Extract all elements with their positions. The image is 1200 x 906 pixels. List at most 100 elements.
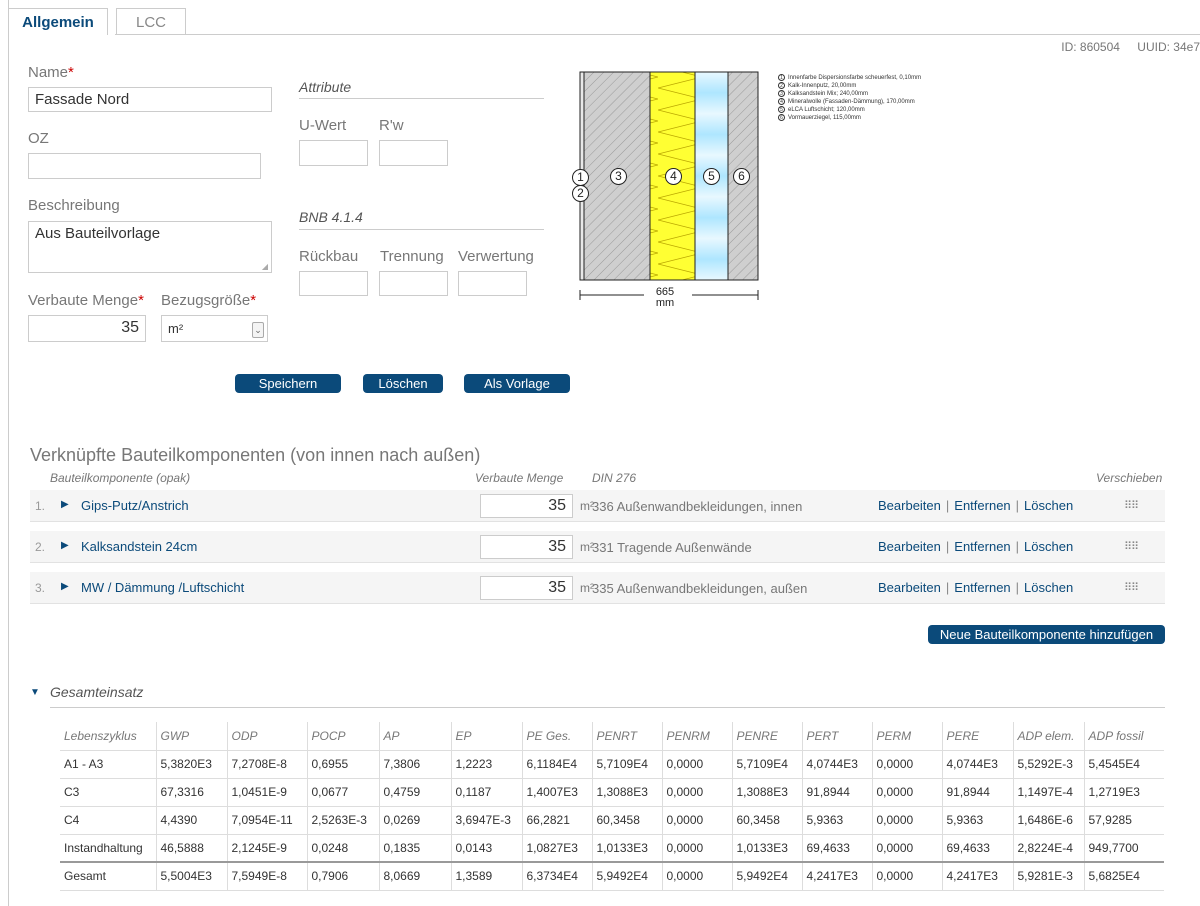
drag-handle-icon[interactable]: ⠿⠿: [1124, 540, 1139, 553]
results-value-cell: 0,1187: [451, 777, 523, 806]
results-col-header: PENRE: [732, 722, 803, 750]
tab-allgemein[interactable]: Allgemein: [8, 8, 108, 35]
layer-marker-5: 5: [703, 168, 720, 185]
results-title: Gesamteinsatz: [50, 684, 144, 700]
wall-section-diagram: [579, 71, 759, 300]
save-button[interactable]: Speichern: [235, 374, 341, 393]
save-as-template-button[interactable]: Als Vorlage: [464, 374, 570, 393]
results-value-cell: 69,4633: [942, 833, 1014, 862]
expand-icon[interactable]: ▶: [61, 499, 69, 510]
results-value-cell: 91,8944: [802, 777, 873, 806]
delete-link[interactable]: Löschen: [1024, 498, 1073, 513]
layer-marker-2: 2: [572, 185, 589, 202]
component-qty-input[interactable]: 35: [480, 494, 573, 518]
results-value-cell: 5,9492E4: [592, 861, 663, 891]
name-input[interactable]: Fassade Nord: [28, 87, 272, 112]
rueckbau-input[interactable]: [299, 271, 368, 296]
results-value-cell: 6,3734E4: [522, 861, 593, 891]
results-value-cell: 1,4007E3: [522, 777, 593, 806]
results-col-header: Lebenszyklus: [60, 722, 157, 750]
results-value-cell: 2,5263E-3: [307, 805, 380, 834]
trennung-input[interactable]: [379, 271, 448, 296]
legend-item: 2 Kalk-Innenputz, 20,00mm: [778, 82, 921, 90]
component-name-link[interactable]: Gips-Putz/Anstrich: [81, 498, 189, 513]
verwertung-label: Verwertung: [458, 248, 534, 265]
legend-item: 4 Mineralwolle (Fassaden-Dämmung), 170,00…: [778, 98, 921, 106]
beschreibung-textarea[interactable]: Aus Bauteilvorlage ◢: [28, 221, 272, 273]
remove-link[interactable]: Entfernen: [954, 539, 1010, 554]
results-lifecycle-cell: Instandhaltung: [60, 833, 157, 862]
expand-icon[interactable]: ▶: [61, 581, 69, 592]
results-value-cell: 0,0000: [872, 749, 943, 778]
row-actions: Bearbeiten | Entfernen | Löschen: [878, 498, 1074, 513]
results-value-cell: 69,4633: [802, 833, 873, 862]
layer-marker-6: 6: [733, 168, 750, 185]
menge-label: Verbaute Menge*: [28, 292, 144, 309]
oz-input[interactable]: [28, 153, 261, 179]
delete-button[interactable]: Löschen: [363, 374, 443, 393]
results-value-cell: 1,0133E3: [592, 833, 663, 862]
results-lifecycle-cell: C3: [60, 777, 157, 806]
bezug-value: m²: [168, 321, 184, 336]
results-col-header: PERT: [802, 722, 873, 750]
verwertung-input[interactable]: [458, 271, 527, 296]
collapse-icon[interactable]: ▼: [30, 687, 40, 698]
component-name-link[interactable]: Kalksandstein 24cm: [81, 539, 197, 554]
results-lifecycle-cell: A1 - A3: [60, 749, 157, 778]
trennung-label: Trennung: [380, 248, 444, 265]
results-value-cell: 1,0451E-9: [227, 777, 308, 806]
delete-link[interactable]: Löschen: [1024, 539, 1073, 554]
results-divider: [50, 707, 1165, 708]
bezug-select[interactable]: m² ⌄: [161, 315, 268, 342]
attribute-divider: [299, 98, 544, 99]
results-value-cell: 7,0954E-11: [227, 805, 308, 834]
results-value-cell: 2,8224E-4: [1013, 833, 1085, 862]
oz-label: OZ: [28, 130, 49, 147]
edit-link[interactable]: Bearbeiten: [878, 539, 941, 554]
edit-link[interactable]: Bearbeiten: [878, 580, 941, 595]
results-col-header: ADP elem.: [1013, 722, 1085, 750]
component-qty-input[interactable]: 35: [480, 576, 573, 600]
results-col-header: PENRT: [592, 722, 663, 750]
results-value-cell: 5,5004E3: [156, 861, 228, 891]
results-value-cell: 5,7109E4: [732, 749, 803, 778]
results-value-cell: 0,0000: [662, 861, 733, 891]
results-col-header: PERE: [942, 722, 1014, 750]
rw-input[interactable]: [379, 140, 448, 166]
results-value-cell: 60,3458: [732, 805, 803, 834]
col-header-component: Bauteilkomponente (opak): [50, 471, 191, 485]
results-value-cell: 0,1835: [379, 833, 452, 862]
results-value-cell: 0,0269: [379, 805, 452, 834]
results-value-cell: 46,5888: [156, 833, 228, 862]
remove-link[interactable]: Entfernen: [954, 498, 1010, 513]
dimension-label: 665 mm: [645, 287, 685, 309]
row-index: 3.: [35, 581, 46, 595]
results-table: Lebenszyklus GWP ODP POCP AP EP PE Ges. …: [60, 722, 1164, 891]
layer-marker-1: 1: [572, 169, 589, 186]
drag-handle-icon[interactable]: ⠿⠿: [1124, 581, 1139, 594]
results-value-cell: 0,0000: [872, 805, 943, 834]
delete-link[interactable]: Löschen: [1024, 580, 1073, 595]
expand-icon[interactable]: ▶: [61, 540, 69, 551]
component-qty-input[interactable]: 35: [480, 535, 573, 559]
menge-input[interactable]: 35: [28, 315, 146, 342]
col-header-qty: Verbaute Menge: [475, 471, 564, 485]
resize-handle-icon[interactable]: ◢: [262, 262, 268, 271]
results-value-cell: 0,6955: [307, 749, 380, 778]
results-value-cell: 949,7700: [1084, 833, 1164, 862]
results-value-cell: 7,2708E-8: [227, 749, 308, 778]
rw-label: R'w: [379, 117, 404, 134]
results-value-cell: 5,3820E3: [156, 749, 228, 778]
results-value-cell: 0,0000: [662, 749, 733, 778]
remove-link[interactable]: Entfernen: [954, 580, 1010, 595]
results-col-header: AP: [379, 722, 452, 750]
edit-link[interactable]: Bearbeiten: [878, 498, 941, 513]
row-index: 1.: [35, 499, 46, 513]
tab-lcc[interactable]: LCC: [116, 8, 186, 35]
results-col-header: EP: [451, 722, 523, 750]
component-name-link[interactable]: MW / Dämmung /Luftschicht: [81, 580, 244, 595]
uwert-input[interactable]: [299, 140, 368, 166]
add-component-button[interactable]: Neue Bauteilkomponente hinzufügen: [928, 625, 1165, 644]
attribute-title: Attribute: [299, 79, 352, 95]
drag-handle-icon[interactable]: ⠿⠿: [1124, 499, 1139, 512]
